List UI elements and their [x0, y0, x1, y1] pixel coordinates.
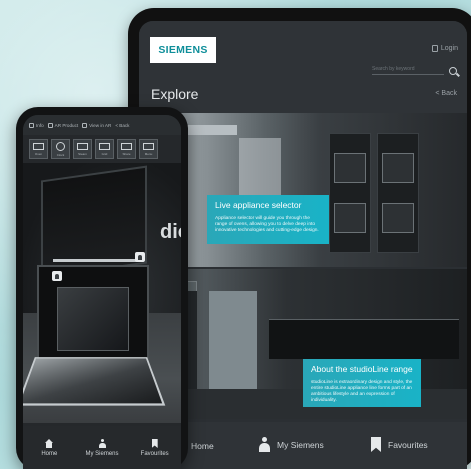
tablet-screen: SIEMENS Login Search by keyword Explore …: [139, 21, 467, 469]
search-icon[interactable]: [449, 66, 457, 75]
steam-icon: [77, 142, 88, 150]
page-title: Explore: [151, 86, 199, 102]
card-text: studioLine is extraordinary design and s…: [311, 380, 413, 403]
tool-clock[interactable]: Clock: [51, 139, 70, 159]
phone-top-bar: Info AR Product View in AR < Back: [23, 115, 181, 135]
phone-screen: Info AR Product View in AR < Back Oven C…: [23, 115, 181, 469]
tool-steam[interactable]: Steam: [73, 139, 92, 159]
nav-favourites-label: Favourites: [388, 439, 428, 450]
info-label: Info: [36, 122, 44, 128]
view-in-ar-label: View in AR: [89, 122, 112, 128]
siemens-logo[interactable]: SIEMENS: [150, 37, 216, 63]
phone-nav-home-label: Home: [41, 451, 58, 457]
tool-label: Share: [122, 151, 131, 156]
person-icon: [98, 439, 106, 448]
phone-back-label: < Back: [115, 122, 130, 128]
phone-nav-my-siemens[interactable]: My Siemens: [76, 426, 129, 469]
tool-label: Clock: [56, 152, 65, 157]
background-text: dio: [160, 221, 181, 243]
view-in-ar-button[interactable]: View in AR: [82, 122, 112, 128]
menu-icon: [143, 142, 154, 150]
hotspot-icon[interactable]: [135, 252, 145, 262]
tool-label: Grid: [101, 151, 108, 156]
ar-product-button[interactable]: AR Product: [47, 122, 79, 128]
oven-handle: [53, 259, 137, 262]
card-overlay[interactable]: About the studioLine range studioLine is…: [303, 359, 421, 407]
phone-nav-favourites-label: Favourites: [140, 451, 169, 457]
nav-my-siemens-label: My Siemens: [277, 439, 324, 450]
oven-door: [23, 357, 166, 406]
bookmark-icon: [371, 437, 381, 452]
oven-icon: [33, 142, 44, 150]
tool-menu[interactable]: Menu: [139, 139, 158, 159]
ar-viewport[interactable]: dio: [23, 163, 181, 423]
phone-back-button[interactable]: < Back: [115, 123, 129, 128]
phone-device: Info AR Product View in AR < Back Oven C…: [16, 107, 188, 469]
bookmark-icon: [151, 439, 158, 448]
ar-product-label: AR Product: [54, 122, 79, 128]
phone-bottom-nav: Home My Siemens Favourites: [23, 426, 181, 469]
tablet-header: SIEMENS Login Search by keyword Explore …: [139, 21, 467, 113]
ar-icon: [82, 122, 88, 128]
search-input[interactable]: Search by keyword: [372, 66, 444, 75]
search-bar[interactable]: Search by keyword: [372, 66, 457, 75]
hotspot-icon[interactable]: [52, 271, 62, 281]
card-studioline[interactable]: About the studioLine range studioLine is…: [139, 269, 467, 419]
tablet-bottom-nav: Home My Siemens Favourites: [139, 422, 467, 469]
oven-cavity: [57, 287, 129, 351]
phone-nav-favourites[interactable]: Favourites: [128, 426, 181, 469]
back-button[interactable]: < Back: [435, 90, 457, 97]
phone-toolbar: Oven Clock Steam Grid Share Menu: [29, 139, 158, 159]
card-appliance-selector[interactable]: Live appliance selector Appliance select…: [139, 113, 467, 267]
cube-icon: [47, 122, 53, 128]
card-overlay[interactable]: Live appliance selector Appliance select…: [207, 195, 329, 244]
info-icon: [29, 122, 34, 128]
home-icon: [44, 439, 54, 448]
phone-nav-my-siemens-label: My Siemens: [85, 451, 119, 457]
grid-icon: [99, 142, 110, 150]
share-icon: [121, 142, 132, 150]
card-text: Appliance selector will guide you throug…: [215, 216, 319, 233]
login-link[interactable]: Login: [431, 45, 458, 52]
person-icon: [259, 437, 270, 452]
clock-icon: [56, 141, 65, 151]
tool-oven[interactable]: Oven: [29, 139, 48, 159]
card-heading: Live appliance selector: [215, 200, 302, 210]
tool-share[interactable]: Share: [117, 139, 136, 159]
tool-label: Steam: [78, 151, 87, 156]
brand-text: SIEMENS: [158, 44, 208, 56]
nav-favourites[interactable]: Favourites: [371, 437, 428, 452]
info-button[interactable]: Info: [29, 122, 44, 128]
tool-grid[interactable]: Grid: [95, 139, 114, 159]
card-heading: About the studioLine range: [311, 364, 413, 374]
phone-nav-home[interactable]: Home: [23, 426, 76, 469]
tool-label: Oven: [34, 151, 43, 156]
lock-icon: [431, 45, 438, 52]
nav-home[interactable]: Home: [191, 441, 214, 451]
tool-label: Menu: [144, 151, 153, 156]
nav-my-siemens[interactable]: My Siemens: [259, 437, 324, 452]
login-label: Login: [440, 45, 458, 52]
nav-home-label: Home: [191, 441, 214, 451]
